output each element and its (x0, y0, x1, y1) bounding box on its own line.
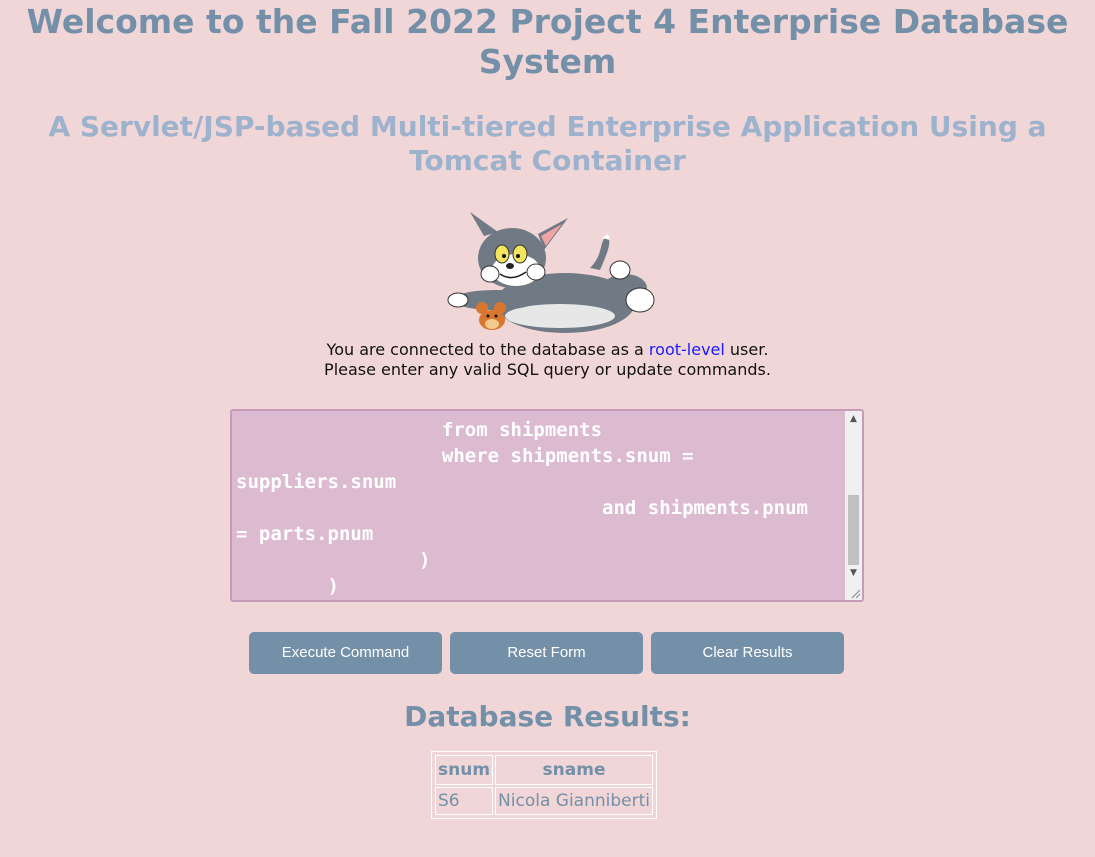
connection-prefix: You are connected to the database as a (326, 340, 649, 359)
results-title: Database Results: (404, 700, 691, 733)
connection-status: You are connected to the database as a r… (0, 340, 1095, 360)
execute-command-button[interactable]: Execute Command (249, 632, 442, 674)
table-row: S6 Nicola Gianniberti (435, 787, 653, 815)
connection-info: You are connected to the database as a r… (0, 340, 1095, 380)
cell-sname: Nicola Gianniberti (495, 787, 653, 815)
user-level: root-level (648, 340, 725, 359)
resize-grip-icon[interactable] (849, 587, 861, 599)
scroll-down-icon[interactable]: ▼ (845, 565, 862, 582)
sql-query-text[interactable]: from shipments where shipments.snum = su… (236, 417, 842, 599)
page-title: Welcome to the Fall 2022 Project 4 Enter… (26, 2, 1069, 81)
results-table: snum sname S6 Nicola Gianniberti (431, 751, 657, 819)
query-scrollbar[interactable]: ▲ ▼ (845, 411, 862, 600)
reset-form-button[interactable]: Reset Form (450, 632, 643, 674)
page-subtitle: A Servlet/JSP-based Multi-tiered Enterpr… (48, 110, 1047, 177)
column-header-snum: snum (435, 755, 494, 785)
scroll-thumb[interactable] (848, 495, 859, 565)
instructions: Please enter any valid SQL query or upda… (324, 360, 771, 379)
clear-results-button[interactable]: Clear Results (651, 632, 844, 674)
action-buttons: Execute Command Reset Form Clear Results (249, 632, 846, 674)
sql-query-input[interactable]: from shipments where shipments.snum = su… (230, 409, 864, 602)
connection-suffix: user. (724, 340, 769, 359)
scroll-up-icon[interactable]: ▲ (845, 411, 862, 428)
mascot-image (440, 208, 660, 344)
table-header-row: snum sname (435, 755, 653, 785)
column-header-sname: sname (495, 755, 653, 785)
cell-snum: S6 (435, 787, 494, 815)
